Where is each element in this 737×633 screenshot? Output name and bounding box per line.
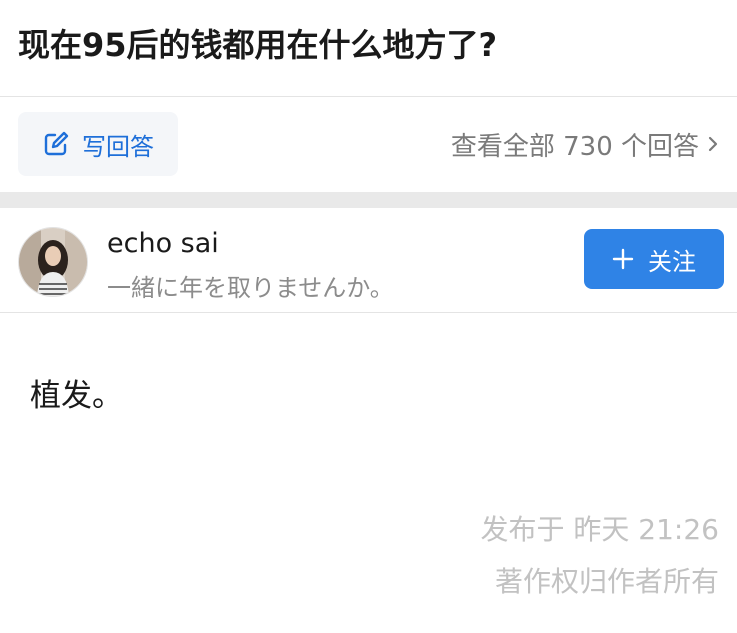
publish-time: 发布于 昨天 21:26 [480, 513, 720, 546]
follow-button[interactable]: 关注 [584, 229, 724, 289]
question-title: 现在95后的钱都用在什么地方了? [18, 26, 498, 64]
section-separator [0, 192, 737, 208]
avatar[interactable] [18, 227, 88, 297]
divider-top [0, 96, 737, 97]
author-name[interactable]: echo sai [107, 228, 219, 259]
write-answer-button[interactable]: 写回答 [18, 112, 178, 176]
author-bio: 一緒に年を取りませんか。 [107, 274, 394, 302]
plus-icon [612, 248, 634, 270]
answer-content: 植发。 [30, 378, 123, 414]
edit-icon [42, 130, 70, 158]
copyright-notice: 著作权归作者所有 [494, 565, 719, 598]
view-all-answers-label: 查看全部 730 个回答 [450, 131, 699, 162]
follow-label: 关注 [648, 247, 696, 276]
divider-author [0, 312, 737, 313]
write-answer-label: 写回答 [82, 132, 154, 161]
chevron-right-icon [707, 135, 719, 153]
view-all-answers-link[interactable]: 查看全部 730 个回答 [451, 112, 719, 176]
